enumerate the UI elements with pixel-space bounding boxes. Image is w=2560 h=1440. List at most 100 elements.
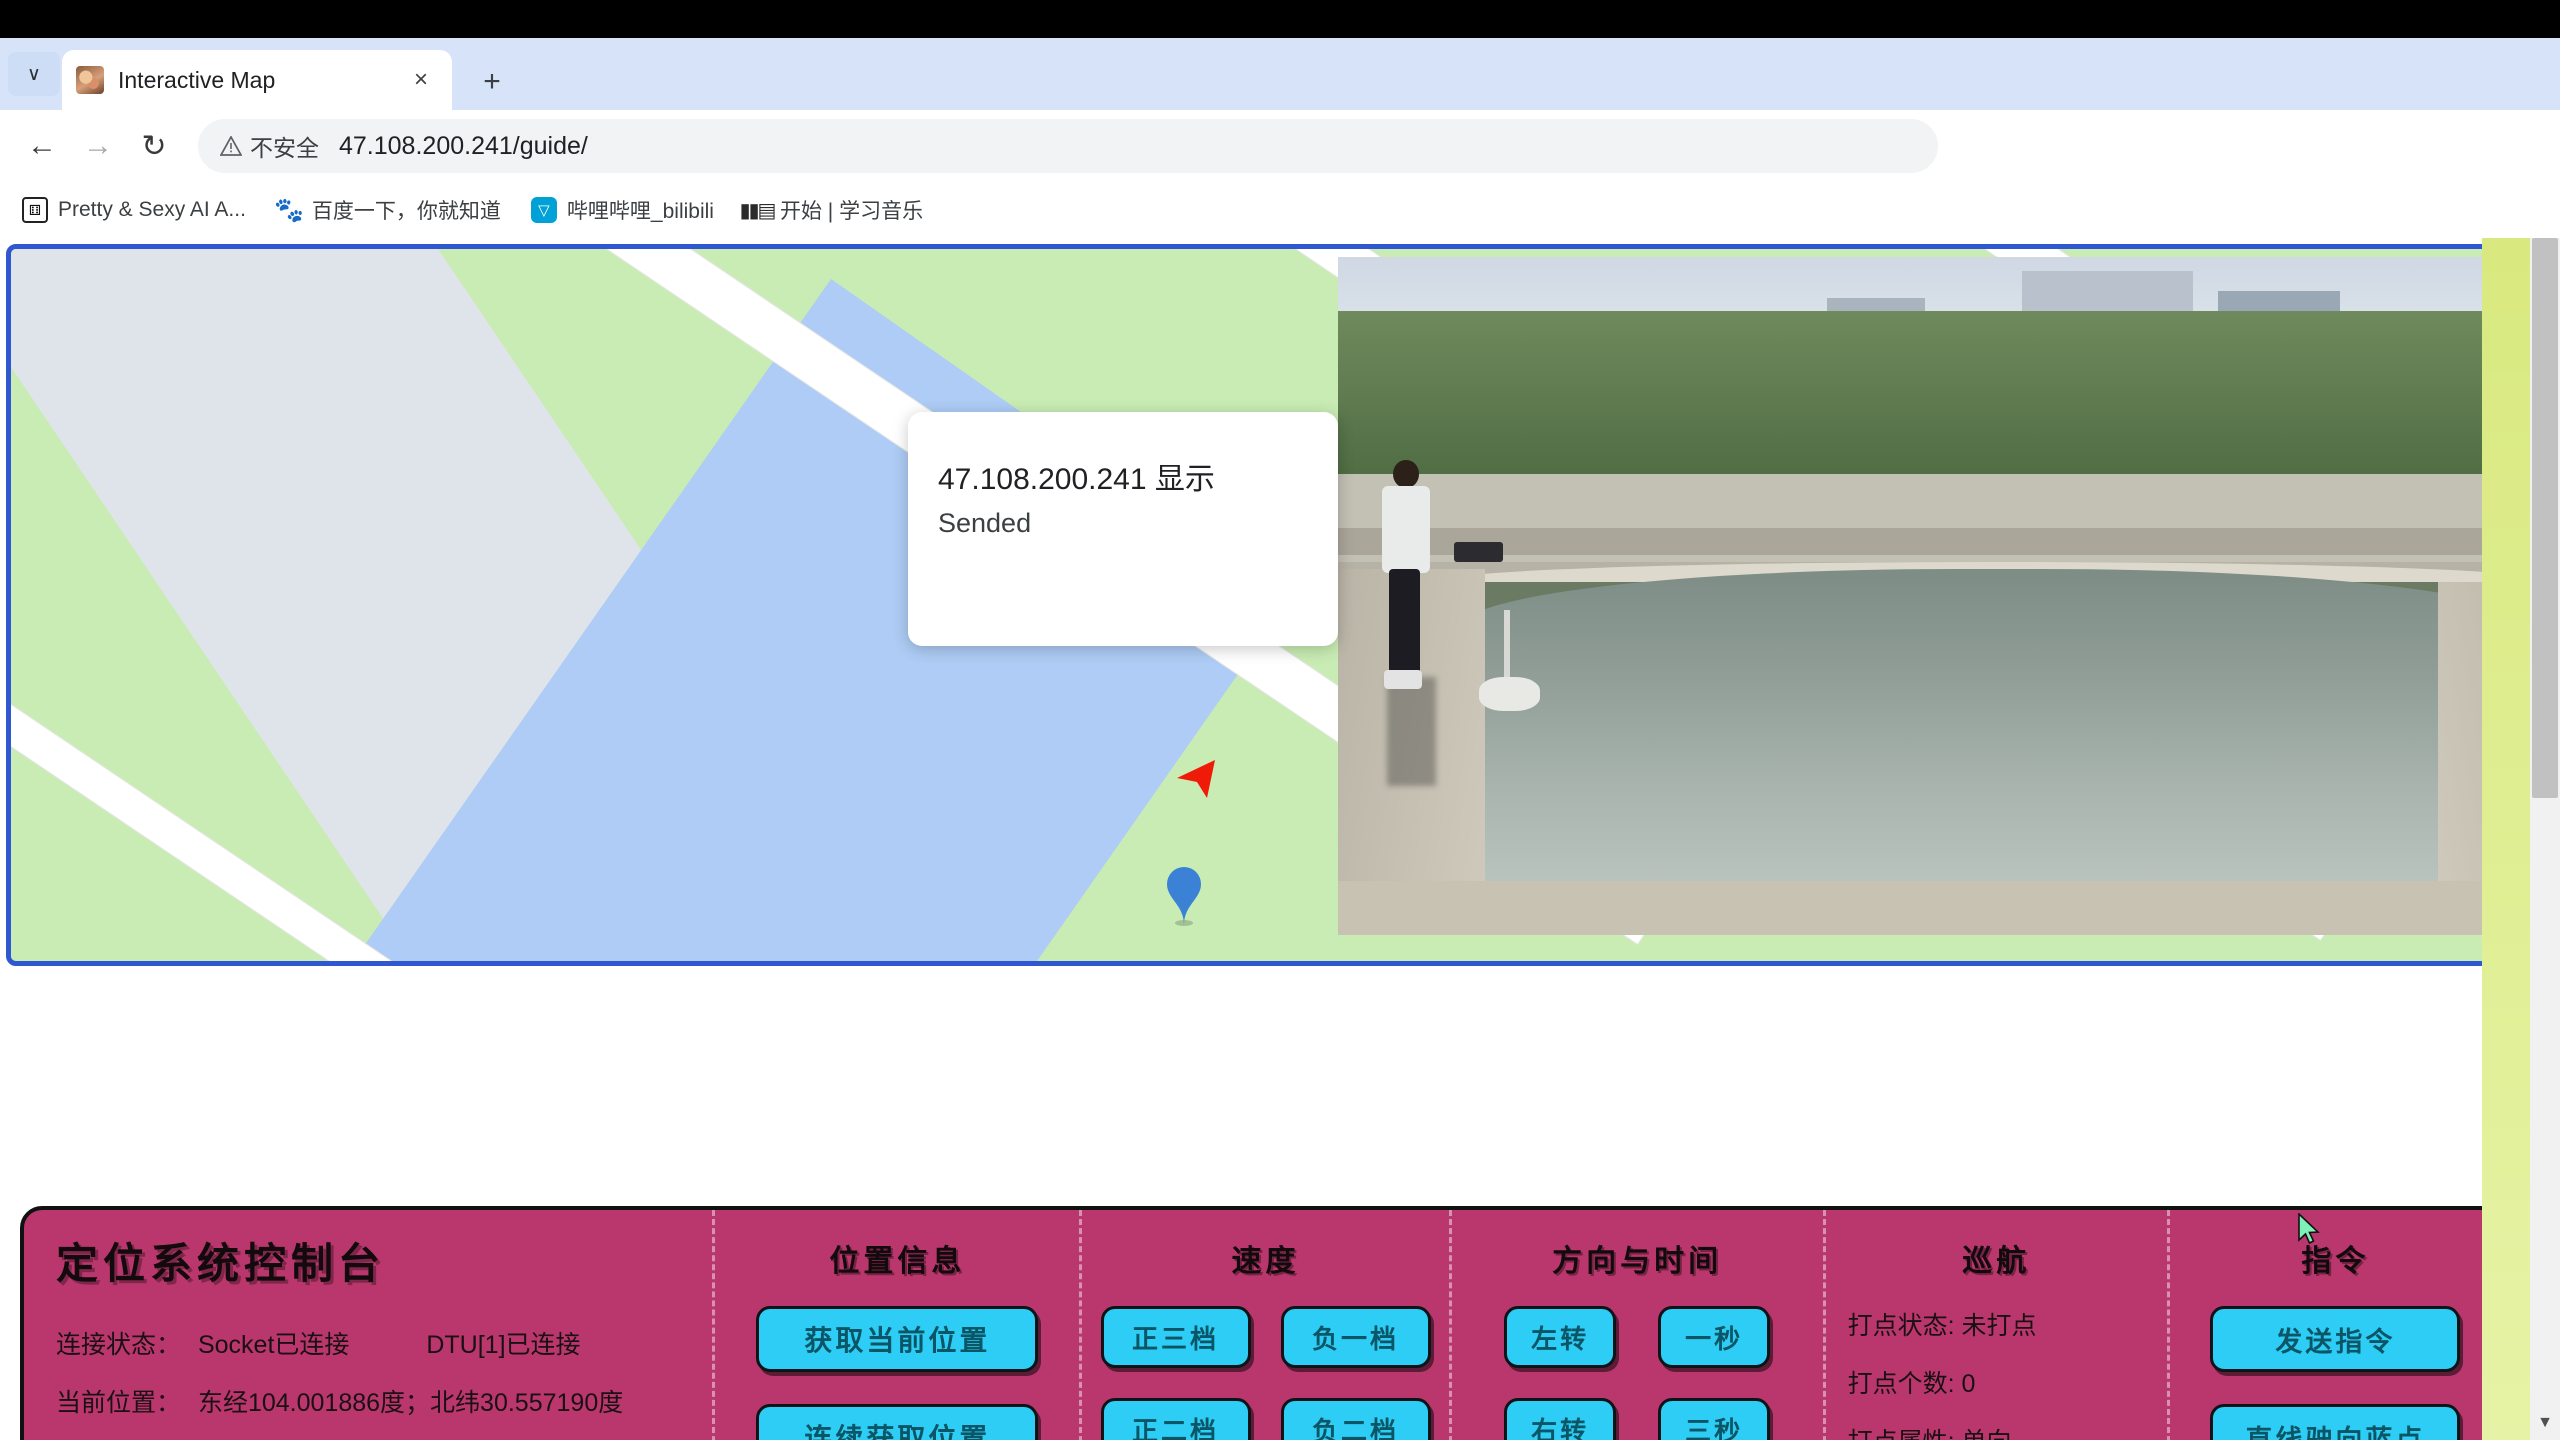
current-heading-arrow-icon[interactable]: [1171, 754, 1227, 810]
speed-row: 正二档 负二档: [1082, 1398, 1448, 1440]
position-info-heading: 位置信息: [829, 1244, 966, 1279]
control-panel: 定位系统控制台 连接状态： Socket已连接 DTU[1]已连接 当前位置： …: [20, 1206, 2505, 1440]
socket-status-value: Socket已连接: [197, 1331, 350, 1359]
scrollbar-thumb[interactable]: [2532, 238, 2558, 798]
scroll-down-arrow-icon[interactable]: ▼: [2530, 1414, 2560, 1432]
operator-shoes: [1384, 670, 1423, 689]
operator-shirt: [1381, 485, 1430, 574]
security-status[interactable]: 不安全: [220, 129, 319, 163]
straight-to-blue-point-button[interactable]: 直线驶向蓝点: [2210, 1404, 2461, 1440]
tab-title: Interactive Map: [118, 66, 276, 93]
bookmark-label: 开始 | 学习音乐: [779, 200, 924, 223]
speed-row: 正三档 负一档: [1082, 1306, 1448, 1368]
security-label: 不安全: [250, 135, 319, 161]
page-right-margin: [2482, 238, 2530, 1440]
close-icon[interactable]: ×: [404, 63, 438, 97]
current-position-row: 当前位置： 东经104.001886度；北纬30.557190度: [56, 1383, 712, 1419]
bookmarks-bar: ⚅ Pretty & Sexy AI A... 🐾 百度一下，你就知道 ▽ 哔哩…: [0, 182, 2560, 238]
video-boat-antenna: [1504, 609, 1511, 685]
video-operator: [1375, 460, 1436, 691]
three-seconds-button[interactable]: 三秒: [1658, 1398, 1771, 1440]
dialog-message: Sended: [938, 508, 1032, 538]
tab-interactive-map[interactable]: Interactive Map ×: [62, 50, 452, 110]
turn-left-button[interactable]: 左转: [1504, 1306, 1617, 1368]
video-reflection: [1386, 677, 1436, 786]
vertical-scrollbar[interactable]: ▼: [2530, 238, 2560, 1440]
command-heading: 指令: [2301, 1244, 2370, 1279]
back-button[interactable]: ←: [14, 118, 70, 174]
baidu-icon: 🐾: [273, 196, 304, 224]
mouse-cursor-icon: [2297, 1212, 2323, 1247]
browser-window: ∨ Interactive Map × + ← → ↻ 不安全 47.108.2…: [0, 38, 2560, 1440]
browser-toolbar: ← → ↻ 不安全 47.108.200.241/guide/: [0, 110, 2560, 182]
current-position-label: 当前位置：: [56, 1389, 182, 1417]
point-attribute-row: 打点属性: 单向: [1848, 1422, 2167, 1440]
tab-favicon-icon: [76, 66, 104, 94]
command-column: 指令 发送指令 直线驶向蓝点 按照打点行驶 一次性发送打点: [2166, 1210, 2501, 1440]
point-count-value: 0: [1961, 1370, 1976, 1398]
bookmark-label: Pretty & Sexy AI A...: [58, 198, 246, 221]
video-step: [1338, 528, 2560, 556]
reverse-gear-1-button[interactable]: 负一档: [1280, 1306, 1431, 1368]
cruise-column: 巡航 打点状态: 未打点 打点个数: 0 打点属性: 单向 打点巡航: [1822, 1210, 2167, 1440]
continuous-get-position-button[interactable]: 连续获取位置: [756, 1404, 1039, 1440]
warning-triangle-icon: [220, 136, 242, 156]
bookmark-item[interactable]: ▮▮▤ 开始 | 学习音乐: [732, 189, 935, 231]
bilibili-icon: ▽: [530, 197, 557, 223]
reload-button[interactable]: ↻: [126, 118, 182, 174]
forward-button[interactable]: →: [70, 118, 126, 174]
page-content: ➤ 高德地图 © 2024 AutoNavi - GS(2024)1158号: [0, 238, 2560, 1440]
point-attribute-label: 打点属性:: [1848, 1428, 1955, 1440]
video-foreground-curb: [1338, 880, 2560, 935]
speed-heading: 速度: [1231, 1244, 1300, 1279]
javascript-alert-dialog[interactable]: 47.108.200.241 显示 Sended: [908, 412, 1338, 646]
point-status-value: 未打点: [1961, 1312, 2037, 1340]
live-video-feed[interactable]: [1338, 257, 2560, 935]
forward-gear-3-button[interactable]: 正三档: [1100, 1306, 1251, 1368]
point-attribute-value: 单向: [1962, 1428, 2012, 1440]
bookmark-label: 哔哩哔哩_bilibili: [566, 200, 714, 223]
turn-right-button[interactable]: 右转: [1504, 1398, 1617, 1440]
bars-icon: ▮▮▤: [739, 199, 777, 222]
address-bar[interactable]: 不安全 47.108.200.241/guide/: [198, 119, 1938, 173]
send-command-button[interactable]: 发送指令: [2210, 1306, 2461, 1372]
point-status-label: 打点状态:: [1847, 1312, 1955, 1340]
bookmark-item[interactable]: 🐾 百度一下，你就知道: [264, 189, 513, 231]
video-treeline: [1338, 311, 2560, 488]
connection-status-row: 连接状态： Socket已连接 DTU[1]已连接: [56, 1325, 712, 1361]
dtu-status-value: DTU[1]已连接: [426, 1331, 581, 1359]
connection-label: 连接状态：: [56, 1331, 182, 1359]
speed-column: 速度 正三档 负一档 正二档 负二档 正一档 负三档: [1079, 1210, 1448, 1440]
dice-icon: ⚅: [22, 197, 48, 223]
position-info-column: 位置信息 获取当前位置 连续获取位置 停止获取位置 4G辅助获取位置: [712, 1210, 1079, 1440]
reverse-gear-2-button[interactable]: 负二档: [1280, 1398, 1431, 1440]
direction-row: 左转 一秒: [1452, 1306, 1823, 1368]
screen: ∨ Interactive Map × + ← → ↻ 不安全 47.108.2…: [0, 0, 2560, 1440]
cruise-heading: 巡航: [1962, 1244, 2031, 1279]
forward-gear-2-button[interactable]: 正二档: [1100, 1398, 1251, 1440]
operator-head: [1392, 460, 1419, 489]
status-column: 定位系统控制台 连接状态： Socket已连接 DTU[1]已连接 当前位置： …: [24, 1210, 712, 1440]
video-boat: [1478, 677, 1540, 712]
target-pin-icon[interactable]: [1161, 861, 1207, 927]
video-equipment-case: [1454, 541, 1503, 563]
get-current-position-button[interactable]: 获取当前位置: [756, 1306, 1039, 1372]
tab-search-dropdown-icon[interactable]: ∨: [8, 52, 60, 96]
new-tab-button[interactable]: +: [470, 60, 514, 104]
page-title: 定位系统控制台: [56, 1240, 386, 1287]
point-count-label: 打点个数:: [1847, 1370, 1955, 1398]
dialog-title: 47.108.200.241 显示: [938, 463, 1215, 496]
current-position-value: 东经104.001886度；北纬30.557190度: [197, 1389, 624, 1417]
bookmark-item[interactable]: ⚅ Pretty & Sexy AI A...: [10, 191, 258, 229]
direction-time-heading: 方向与时间: [1552, 1244, 1723, 1279]
operator-pants: [1389, 568, 1420, 675]
point-count-row: 打点个数: 0: [1848, 1364, 2167, 1400]
point-status-row: 打点状态: 未打点: [1848, 1306, 2167, 1342]
one-second-button[interactable]: 一秒: [1658, 1306, 1771, 1368]
url-text: 47.108.200.241/guide/: [339, 131, 588, 160]
direction-row: 右转 三秒: [1452, 1398, 1823, 1440]
bookmark-label: 百度一下，你就知道: [311, 200, 501, 223]
tab-strip: ∨ Interactive Map × +: [0, 38, 2560, 110]
direction-time-column: 方向与时间 左转 一秒 右转 三秒 直行 十秒: [1448, 1210, 1823, 1440]
bookmark-item[interactable]: ▽ 哔哩哔哩_bilibili: [519, 189, 726, 231]
